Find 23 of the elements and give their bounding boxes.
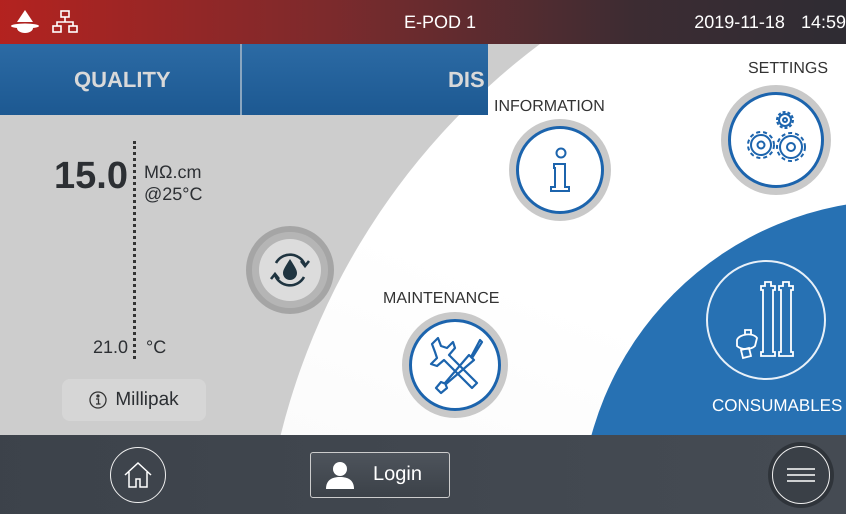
tab[interactable]: DIS xyxy=(240,44,488,115)
home-button[interactable] xyxy=(110,446,166,502)
reference-temperature: @25°C xyxy=(144,183,204,205)
info-icon xyxy=(89,391,108,409)
cartridge-info-button[interactable]: Millipak xyxy=(62,379,206,421)
home-icon xyxy=(123,460,153,488)
menu-icon xyxy=(786,468,816,482)
resistivity-unit: MΩ.cm xyxy=(144,161,202,183)
network-icon xyxy=(52,10,78,34)
tab[interactable]: QUALITY xyxy=(0,44,240,115)
time-text: 14:59 xyxy=(800,12,846,32)
menu-label: SETTINGS xyxy=(748,60,828,78)
temperature-value: 21.0 xyxy=(92,336,128,359)
date-text: 2019-11-18 xyxy=(694,12,785,32)
info-icon xyxy=(549,147,571,193)
resistivity-value: 15.0 xyxy=(53,154,128,199)
temperature-unit: °C xyxy=(145,336,168,359)
menu-label: MAINTENANCE xyxy=(383,290,500,308)
menu-label: INFORMATION xyxy=(494,98,605,116)
menu-label: CONSUMABLES xyxy=(712,396,842,416)
user-icon xyxy=(325,460,355,488)
login-button[interactable]: Login xyxy=(310,452,450,498)
device-title: E-POD 1 xyxy=(403,12,478,32)
